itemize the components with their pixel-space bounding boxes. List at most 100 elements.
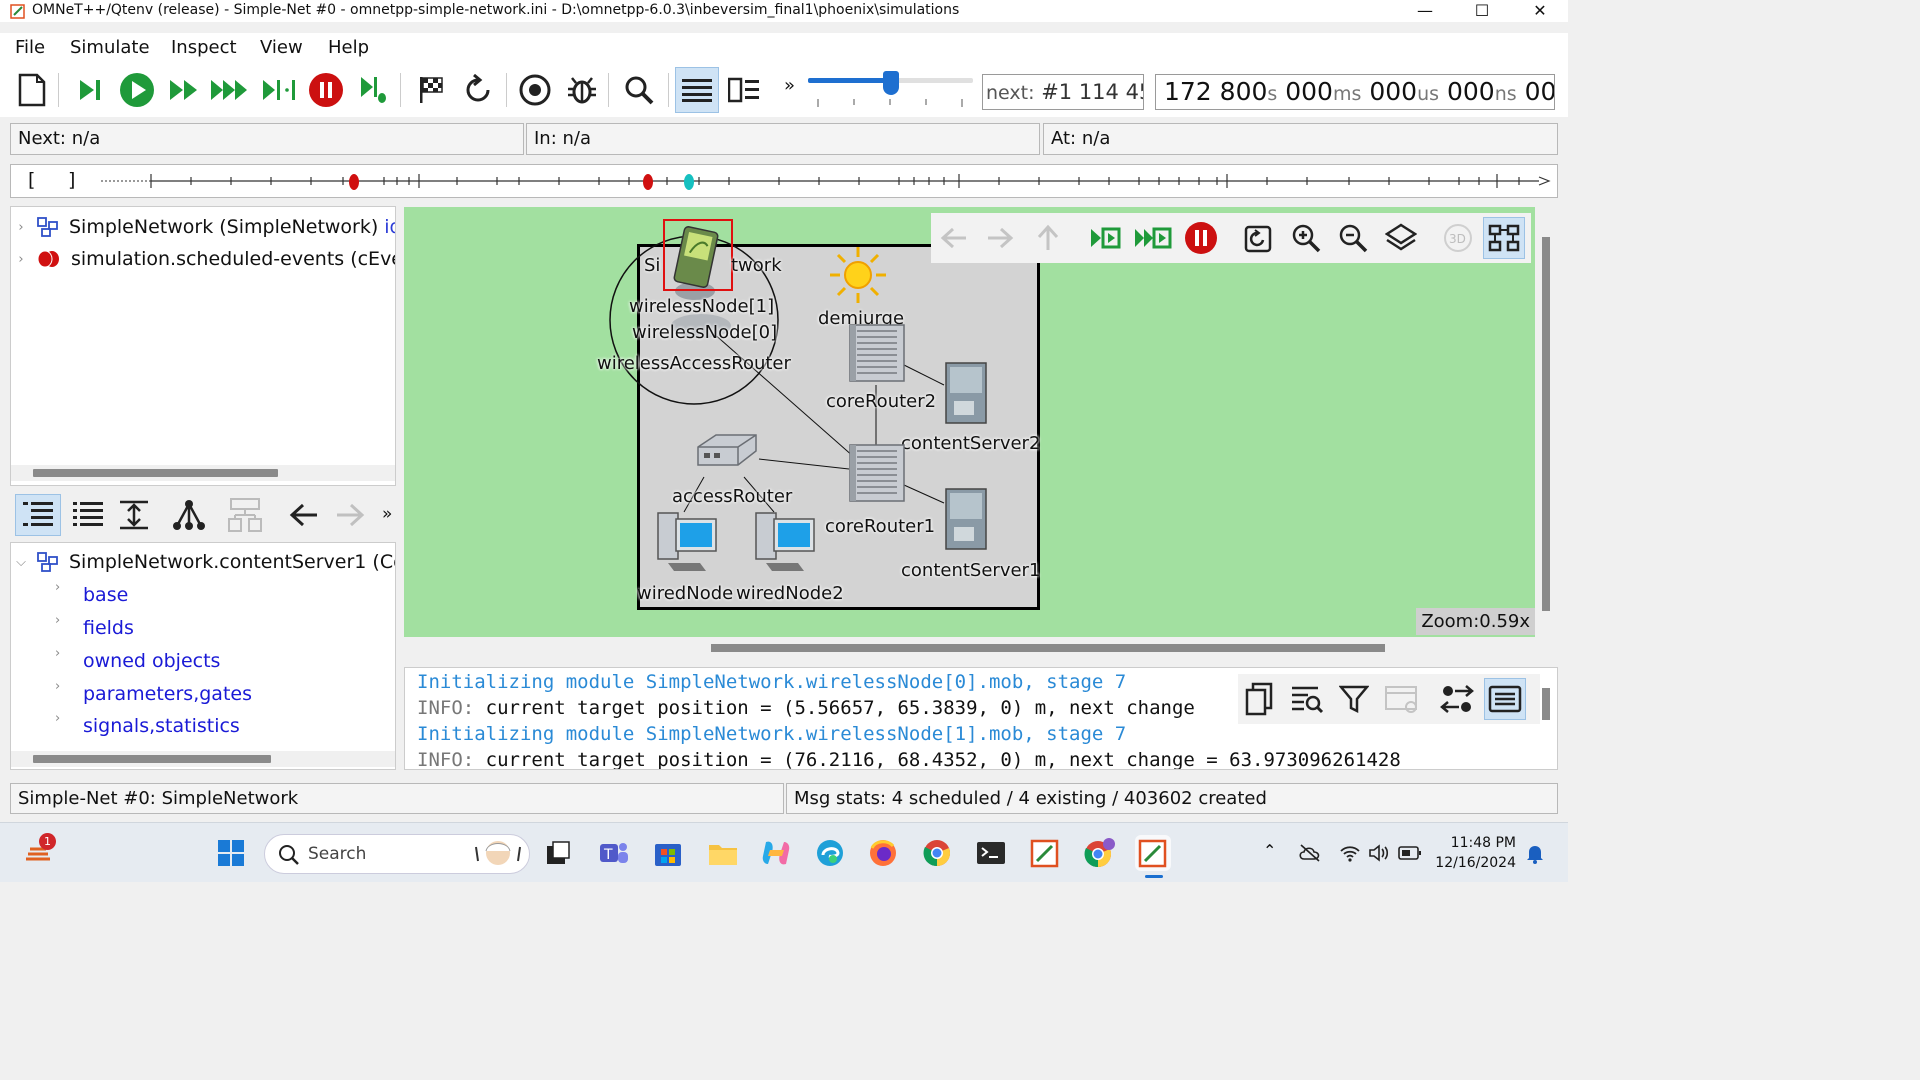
relayout-button[interactable]	[1237, 217, 1279, 259]
copy-log-button[interactable]	[1238, 678, 1280, 720]
chevron-right-icon[interactable]: ›	[11, 252, 31, 267]
inspector-overflow-button[interactable]: »	[382, 504, 392, 524]
scrollbar-thumb[interactable]	[1542, 237, 1550, 611]
canvas-forward-button[interactable]	[979, 217, 1021, 259]
notification-bell-icon[interactable]	[1525, 843, 1545, 865]
property-group-parameters-gates[interactable]: parameters,gates	[83, 683, 252, 705]
tree-item-simplenetwork[interactable]: › SimpleNetwork (SimpleNetwork) id=	[11, 212, 395, 242]
rebuild-network-button[interactable]	[456, 67, 500, 113]
toggle-timeline-button[interactable]	[675, 67, 719, 113]
layers-button[interactable]	[1380, 217, 1422, 259]
start-button[interactable]	[213, 835, 249, 871]
canvas-horizontal-scrollbar[interactable]	[404, 637, 1558, 659]
inheritance-view-button[interactable]	[112, 494, 156, 536]
task-view-button[interactable]	[540, 835, 576, 871]
chevron-right-icon[interactable]: ›	[55, 679, 60, 694]
menu-file[interactable]: File	[15, 37, 45, 58]
find-button[interactable]	[617, 67, 661, 113]
message-mode-button[interactable]	[1436, 678, 1478, 720]
canvas-stop-button[interactable]	[1180, 217, 1222, 259]
record-button[interactable]	[513, 67, 557, 113]
zoom-in-button[interactable]	[1285, 217, 1327, 259]
new-run-button[interactable]	[10, 67, 54, 113]
forward-button[interactable]	[328, 494, 372, 536]
property-group-fields[interactable]: fields	[83, 617, 134, 639]
edge-browser-button[interactable]	[812, 835, 848, 871]
toggle-split-view-button[interactable]	[722, 67, 766, 113]
chevron-up-icon[interactable]: ⌃	[1263, 841, 1276, 860]
flat-view-button[interactable]	[66, 494, 110, 536]
menu-view[interactable]: View	[260, 37, 303, 58]
children-view-button[interactable]	[167, 494, 211, 536]
copilot-button[interactable]	[758, 835, 794, 871]
run-button[interactable]	[115, 67, 159, 113]
chevron-right-icon[interactable]: ›	[55, 711, 60, 726]
chevron-right-icon[interactable]: ›	[55, 646, 60, 661]
fast-run-local-button[interactable]	[1132, 217, 1174, 259]
filter-log-button[interactable]	[1333, 678, 1375, 720]
qtenv-active-button[interactable]	[1135, 835, 1171, 871]
chevron-down-icon[interactable]: ⌵	[11, 555, 31, 570]
property-group-owned-objects[interactable]: owned objects	[83, 650, 220, 672]
tree-item-scheduled-events[interactable]: › simulation.scheduled-events (cEvent	[11, 244, 395, 274]
switch-icon[interactable]	[692, 431, 762, 471]
terminal-button[interactable]	[973, 835, 1009, 871]
chrome-button[interactable]	[919, 835, 955, 871]
teams-app-button[interactable]: T	[596, 835, 632, 871]
chevron-right-icon[interactable]: ›	[55, 580, 60, 595]
scrollbar-thumb[interactable]	[33, 469, 278, 477]
module-graph-view-button[interactable]	[1483, 217, 1525, 259]
inspect-parent-button[interactable]	[223, 494, 267, 536]
desktop-computer-icon[interactable]	[752, 509, 818, 575]
menu-help[interactable]: Help	[328, 37, 369, 58]
debug-next-event-button[interactable]	[351, 67, 395, 113]
taskbar-search[interactable]: Search	[264, 834, 530, 874]
file-explorer-button[interactable]	[705, 835, 741, 871]
run-local-button[interactable]	[1084, 217, 1126, 259]
log-scrollbar-thumb[interactable]	[1542, 688, 1550, 720]
tree-horizontal-scrollbar[interactable]	[11, 465, 395, 481]
sun-icon[interactable]	[828, 245, 888, 305]
debug-on-errors-button[interactable]	[560, 67, 604, 113]
desktop-computer-icon[interactable]	[654, 509, 720, 575]
chevron-right-icon[interactable]: ›	[55, 613, 60, 628]
system-clock[interactable]: 11:48 PM 12/16/2024	[1430, 833, 1516, 873]
minimize-button[interactable]: —	[1402, 0, 1448, 22]
call-finish-button[interactable]	[409, 67, 453, 113]
canvas-vertical-scrollbar[interactable]	[1535, 207, 1558, 637]
toggle-3d-button[interactable]: 3D	[1437, 217, 1479, 259]
menu-simulate[interactable]: Simulate	[70, 37, 150, 58]
event-timeline[interactable]: [ ]	[10, 164, 1558, 198]
canvas-back-button[interactable]	[933, 217, 975, 259]
run-until-button[interactable]	[257, 67, 301, 113]
chrome-profile-button[interactable]	[1081, 835, 1117, 871]
scrollbar-thumb[interactable]	[711, 644, 1385, 652]
stop-button[interactable]	[304, 67, 348, 113]
network-canvas[interactable]: demiurge Si twork wirelessNode[1] wirele…	[404, 207, 1535, 637]
properties-horizontal-scrollbar[interactable]	[11, 751, 395, 767]
server-icon[interactable]	[940, 361, 992, 425]
chevron-right-icon[interactable]: ›	[11, 220, 31, 235]
server-icon[interactable]	[940, 487, 992, 551]
step-button[interactable]	[68, 67, 112, 113]
cloud-offline-icon[interactable]	[1298, 843, 1322, 863]
back-button[interactable]	[282, 494, 326, 536]
log-viewer[interactable]: Initializing module SimpleNetwork.wirele…	[404, 667, 1558, 770]
router-rack-icon[interactable]	[847, 441, 907, 505]
property-group-base[interactable]: base	[83, 584, 128, 606]
microsoft-store-button[interactable]	[650, 835, 686, 871]
omnetpp-ide-button[interactable]	[1027, 835, 1063, 871]
maximize-button[interactable]: ☐	[1459, 0, 1505, 22]
speed-slider[interactable]	[808, 71, 973, 109]
toolbar-overflow-button[interactable]: »	[784, 75, 795, 96]
close-button[interactable]: ✕	[1517, 0, 1563, 22]
grouped-view-button[interactable]	[15, 494, 61, 536]
zoom-out-button[interactable]	[1332, 217, 1374, 259]
speed-slider-handle[interactable]	[883, 71, 899, 95]
router-rack-icon[interactable]	[847, 321, 907, 385]
log-mode-button[interactable]	[1484, 678, 1526, 720]
find-in-log-button[interactable]	[1286, 678, 1328, 720]
menu-inspect[interactable]: Inspect	[171, 37, 237, 58]
firefox-button[interactable]	[865, 835, 901, 871]
battery-icon[interactable]	[1398, 845, 1422, 861]
